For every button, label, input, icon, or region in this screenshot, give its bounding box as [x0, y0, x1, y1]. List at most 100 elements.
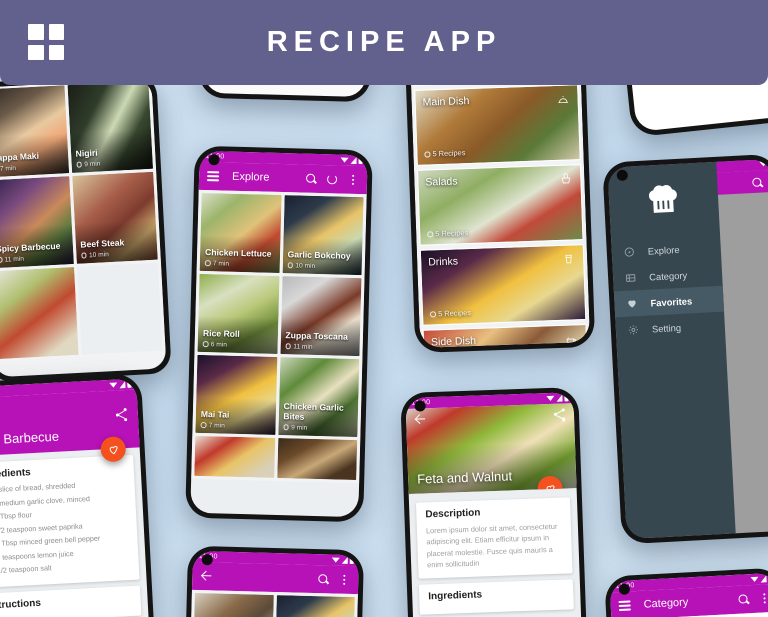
description-heading: Description: [425, 507, 481, 521]
recipe-card[interactable]: Beef Steak 10 min: [71, 171, 158, 264]
signal-icon: [556, 394, 563, 402]
sidebar-item-setting[interactable]: Setting: [615, 312, 725, 344]
recipe-title: Spicy Barbecue: [0, 428, 60, 449]
recipe-time: 11 min: [285, 343, 312, 351]
recipe-photo: [276, 438, 358, 481]
share-button[interactable]: [553, 407, 566, 422]
list-icon: [625, 272, 637, 284]
appbar: [191, 561, 359, 595]
recipe-card[interactable]: Garlic Bokchoy 10 min: [282, 195, 364, 276]
poster-stage: Kappa Maki 7 min Nigiri 9 min Spicy Barb…: [0, 0, 768, 617]
recipe-card[interactable]: Nigiri 9 min: [67, 80, 154, 173]
recipe-card[interactable]: [0, 267, 79, 360]
phone-explore: 11:00 Explore Chicken Lettuce 7 min Garl…: [185, 145, 373, 523]
search-icon[interactable]: [305, 173, 317, 185]
back-button[interactable]: [414, 413, 427, 426]
dish-cover-icon: [558, 95, 569, 104]
share-button[interactable]: [115, 408, 129, 422]
battery-icon: [349, 556, 354, 565]
ingredient-row[interactable]: 1/2 teaspoon salt: [0, 559, 130, 576]
ingredients-heading: Ingredients: [0, 467, 31, 481]
recipe-time: 6 min: [203, 341, 227, 348]
wifi-icon: [759, 161, 768, 167]
search-icon[interactable]: [751, 176, 764, 189]
recipe-time: 7 min: [205, 260, 229, 267]
wifi-icon: [546, 395, 555, 402]
ingredient-label: 1 Tbsp flour: [0, 510, 33, 521]
compass-icon: [624, 246, 636, 258]
recipe-card[interactable]: Kappa Maki 7 min: [0, 85, 69, 178]
hamburger-icon[interactable]: [206, 171, 220, 182]
battery-icon: [127, 380, 132, 388]
more-vert-icon[interactable]: [338, 574, 350, 586]
recipe-card[interactable]: Chicken Lettuce 7 min: [199, 192, 282, 273]
sidebar-item-label: Category: [648, 269, 688, 283]
recipe-time: 7 min: [200, 422, 225, 429]
ingredient-label: 1/2 teaspoon sweet paprika: [0, 520, 83, 535]
description-sheet: Description Lorem ipsum dolor sit amet, …: [415, 497, 573, 579]
wifi-icon: [331, 557, 340, 563]
battery-icon: [358, 157, 363, 165]
navigation-drawer: Explore Category Favorites Setting: [607, 161, 736, 540]
sidebar-item-label: Setting: [651, 321, 682, 334]
ingredients-sheet: Ingredients: [418, 579, 574, 615]
ingredient-label: 3 Tbsp minced green bell pepper: [0, 533, 101, 549]
phone-recipe-detail-bottom: 11:00 Feta and Walnut Description Lorem …: [400, 386, 588, 617]
ingredients-heading: Ingredients: [428, 589, 483, 603]
ingredient-label: 1 slice of bread, shredded: [0, 480, 76, 495]
wifi-icon: [750, 576, 759, 583]
category-title: Main Dish: [422, 94, 470, 109]
category-count: 5 Recipes: [427, 228, 468, 238]
recipe-time: 10 min: [81, 251, 109, 259]
category-card[interactable]: Side Dish: [422, 324, 588, 348]
hamburger-icon[interactable]: [618, 600, 631, 611]
more-vert-icon[interactable]: [347, 174, 359, 186]
page-title: RECIPE APP: [266, 26, 502, 58]
ingredients-sheet: Ingredients 1 slice of bread, shredded 1…: [0, 454, 140, 588]
signal-icon: [350, 156, 357, 164]
sidebar-item-label: Favorites: [650, 294, 693, 308]
recipe-name: Chicken Garlic Bites: [283, 401, 344, 422]
recipe-photo: [194, 435, 275, 478]
description-text: Lorem ipsum dolor sit amet, consectetur …: [425, 521, 558, 570]
ingredient-label: 1 medium garlic clove, minced: [0, 493, 91, 508]
recipe-card[interactable]: [276, 438, 358, 481]
recipe-card[interactable]: [194, 435, 275, 478]
category-card[interactable]: Salads 5 Recipes: [416, 164, 584, 246]
recipe-card[interactable]: [274, 595, 355, 617]
grid-icon: [28, 24, 64, 60]
phone-favorites: Kappa Maki 7 min Nigiri 9 min Spicy Barb…: [0, 73, 172, 383]
recipe-time: 7 min: [0, 165, 16, 173]
recipe-card[interactable]: Rice Roll 6 min: [197, 273, 280, 354]
salad-bowl-icon: [561, 173, 571, 184]
back-button[interactable]: [200, 570, 213, 583]
explore-card-grid: Chicken Lettuce 7 min Garlic Bokchoy 10 …: [191, 189, 367, 484]
refresh-icon[interactable]: [326, 173, 338, 185]
favorites-card-grid: Kappa Maki 7 min Nigiri 9 min Spicy Barb…: [0, 78, 166, 363]
ingredient-label: 2 teaspoons lemon juice: [0, 548, 74, 562]
category-title: Side Dish: [430, 334, 477, 348]
category-title: Salads: [425, 175, 458, 189]
heart-outline-icon: [546, 484, 555, 494]
search-icon[interactable]: [317, 573, 329, 585]
teapot-icon: [566, 337, 576, 343]
recipe-name: Zuppa Toscana: [285, 330, 348, 342]
recipe-card[interactable]: Zuppa Toscana 11 min: [279, 276, 362, 357]
recipe-time: 10 min: [287, 262, 315, 270]
category-card[interactable]: Main Dish 5 Recipes: [414, 84, 581, 166]
instructions-heading: Instructions: [0, 597, 42, 612]
search-icon[interactable]: [737, 593, 750, 606]
phone-drawer: 11:00 Explore: [602, 153, 768, 545]
phone-category-bottom: 11:00 Category: [604, 567, 768, 617]
recipe-time: 9 min: [76, 160, 100, 168]
recipe-card[interactable]: Spicy Barbecue 11 min: [0, 176, 74, 269]
wifi-icon: [340, 157, 349, 163]
recipe-card[interactable]: Chicken Garlic Bites 9 min: [277, 357, 360, 438]
heart-icon: [626, 298, 638, 310]
more-vert-icon[interactable]: [758, 592, 768, 605]
category-card[interactable]: Drinks 5 Recipes: [419, 244, 587, 326]
recipe-card[interactable]: Mai Tai 7 min: [195, 354, 277, 435]
recipe-card[interactable]: [193, 592, 274, 617]
recipe-name: Garlic Bokchoy: [287, 249, 351, 261]
gear-icon: [628, 324, 640, 336]
